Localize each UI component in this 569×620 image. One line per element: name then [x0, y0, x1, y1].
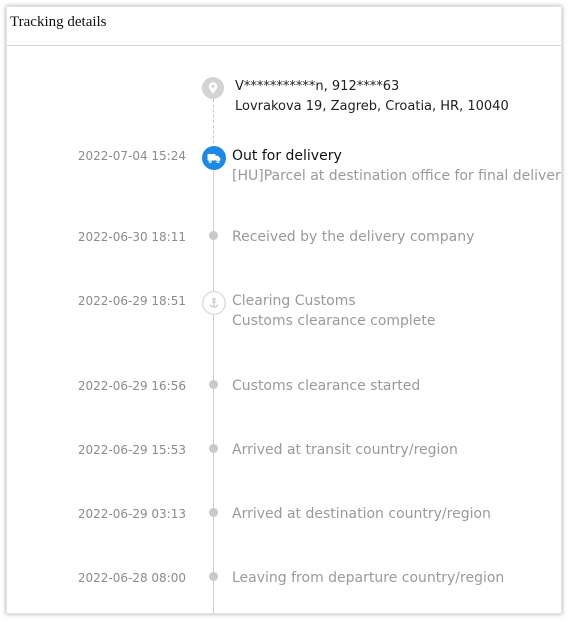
dot-icon [209, 508, 218, 517]
event-time: 2022-06-29 18:51 [77, 294, 186, 308]
event-content: Received by the delivery company [232, 227, 474, 247]
location-pin-icon [202, 77, 224, 99]
dot-icon [209, 444, 218, 453]
event-time: 2022-06-29 03:13 [77, 507, 186, 521]
truck-icon [202, 146, 226, 170]
dot-icon [209, 380, 218, 389]
tracking-details-panel: Tracking details V***********n, 912****6… [6, 6, 562, 614]
event-detail: [HU]Parcel at destination office for fin… [232, 168, 562, 184]
event-time: 2022-06-30 18:11 [77, 230, 186, 244]
event-time: 2022-06-28 08:00 [77, 571, 186, 585]
title-divider [7, 45, 561, 46]
event-title: Leaving from departure country/region [232, 570, 505, 586]
dot-icon [209, 572, 218, 581]
event-title: Out for delivery [232, 148, 342, 164]
anchor-icon [202, 291, 226, 315]
event-time: 2022-06-29 16:56 [77, 379, 186, 393]
event-time: 2022-07-04 15:24 [77, 149, 186, 163]
timeline-connector-dashed [213, 99, 214, 149]
event-content: Arrived at destination country/region [232, 504, 491, 524]
event-title: Customs clearance started [232, 378, 421, 394]
event-content: Leaving from departure country/region [232, 568, 504, 588]
event-time: 2022-06-29 15:53 [77, 443, 186, 457]
event-content: Customs clearance started [232, 376, 420, 396]
event-content: Out for delivery [HU]Parcel at destinati… [232, 146, 562, 186]
street-line: Lovrakova 19, Zagreb, Croatia, HR, 10040 [235, 99, 509, 114]
event-detail: Customs clearance complete [232, 313, 436, 329]
delivery-address: V***********n, 912****63 Lovrakova 19, Z… [235, 77, 509, 117]
dot-icon [209, 231, 218, 240]
event-content: Clearing Customs Customs clearance compl… [232, 291, 436, 331]
event-title: Clearing Customs [232, 293, 356, 309]
event-title: Arrived at transit country/region [232, 442, 458, 458]
event-content: Arrived at transit country/region [232, 440, 458, 460]
panel-title: Tracking details [10, 14, 107, 30]
recipient-line: V***********n, 912****63 [235, 79, 400, 94]
event-title: Arrived at destination country/region [232, 506, 491, 522]
event-title: Received by the delivery company [232, 229, 475, 245]
